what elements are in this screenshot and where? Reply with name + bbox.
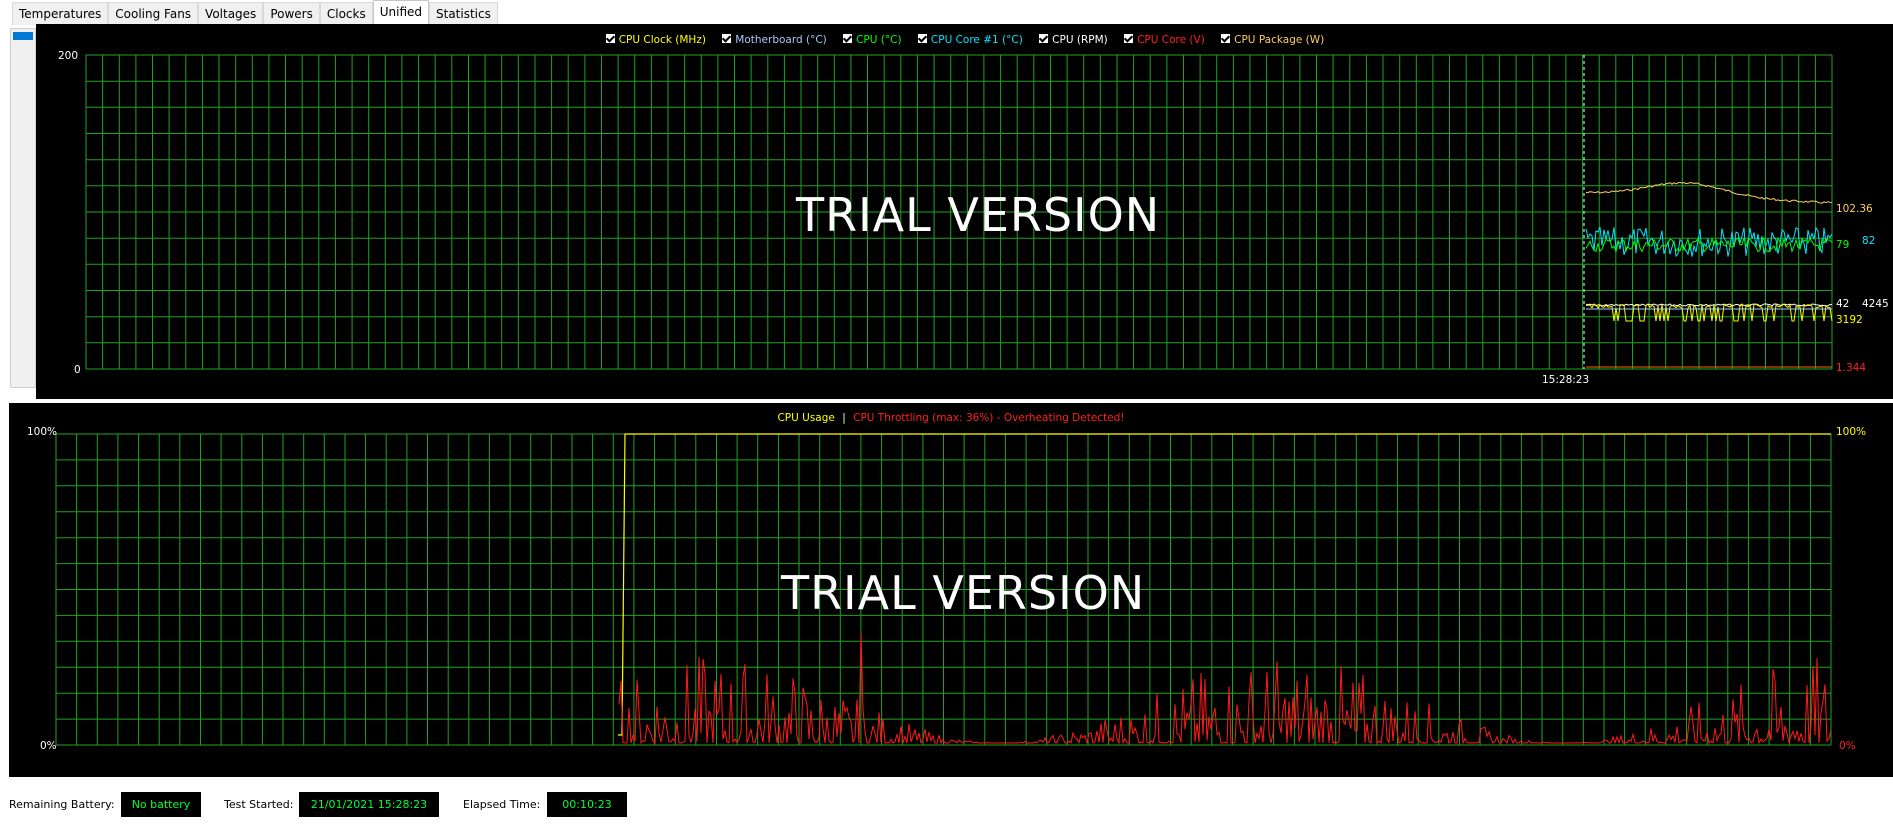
elapsed-time-value: 00:10:23 <box>547 792 627 817</box>
tab-clocks[interactable]: Clocks <box>319 2 373 25</box>
elapsed-time-label: Elapsed Time: <box>463 798 541 811</box>
value-rpm-extra: 4245 <box>1862 298 1889 310</box>
scrollbar-thumb[interactable] <box>13 32 33 40</box>
trial-watermark: TRIAL VERSION <box>781 566 1146 620</box>
battery-value: No battery <box>121 792 201 817</box>
tab-temperatures[interactable]: Temperatures <box>12 2 109 25</box>
trace-cpu-throttling <box>618 632 1832 745</box>
test-started-label: Test Started: <box>224 798 294 811</box>
y-axis-min: 0% <box>40 740 57 752</box>
value-core1: 82 <box>1862 235 1876 247</box>
value-rpm: 42 <box>1836 298 1850 310</box>
value-cpu-temp: 79 <box>1836 239 1850 251</box>
cpu-usage-panel: CPU Usage | CPU Throttling (max: 36%) - … <box>9 403 1893 777</box>
usage-right-min: 0% <box>1839 740 1856 752</box>
y-axis-max: 100% <box>27 426 58 438</box>
usage-right-max: 100% <box>1836 426 1867 438</box>
trace-cpu-clock <box>1585 303 1833 322</box>
tab-statistics[interactable]: Statistics <box>429 2 498 25</box>
value-clock: 3192 <box>1836 314 1863 326</box>
value-voltage: 1.344 <box>1836 362 1867 374</box>
tab-voltages[interactable]: Voltages <box>198 2 264 25</box>
tab-unified[interactable]: Unified <box>372 0 429 25</box>
battery-label: Remaining Battery: <box>9 798 115 811</box>
value-package: 102.36 <box>1836 203 1873 215</box>
sensor-graph-panel: CPU Clock (MHz) Motherboard (°C) CPU (°C… <box>36 24 1893 399</box>
tab-cooling-fans[interactable]: Cooling Fans <box>108 2 199 25</box>
tab-strip: Temperatures Cooling Fans Voltages Power… <box>12 0 498 25</box>
test-started-value: 21/01/2021 15:28:23 <box>299 792 439 817</box>
vertical-scrollbar[interactable] <box>10 28 36 388</box>
time-marker-label: 15:28:23 <box>1542 374 1590 386</box>
tab-powers[interactable]: Powers <box>263 2 320 25</box>
trial-watermark: TRIAL VERSION <box>796 188 1161 242</box>
y-axis-min: 0 <box>74 364 81 376</box>
y-axis-max: 200 <box>58 50 79 62</box>
